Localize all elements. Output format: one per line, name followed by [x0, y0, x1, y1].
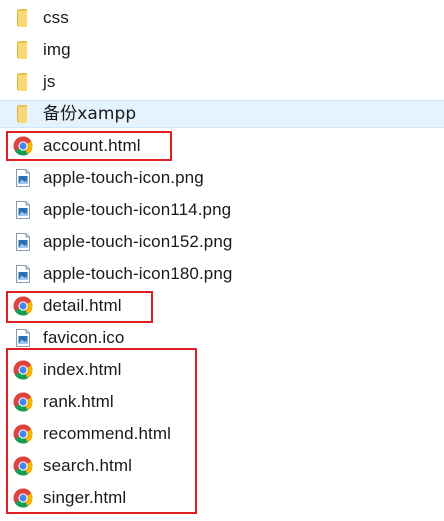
file-name: img: [43, 40, 71, 59]
chrome-icon: [12, 455, 34, 477]
file-name: rank.html: [43, 392, 114, 411]
file-name: singer.html: [43, 488, 127, 507]
file-name: apple-touch-icon114.png: [43, 200, 232, 219]
image-file-icon: [12, 231, 34, 253]
file-row-detail-html[interactable]: detail.html: [12, 292, 432, 320]
file-name: favicon.ico: [43, 328, 125, 347]
chrome-icon: [12, 135, 34, 157]
chrome-icon: [12, 487, 34, 509]
file-row-account-html[interactable]: account.html: [12, 132, 432, 160]
file-row-apple-touch-icon180-png[interactable]: apple-touch-icon180.png: [12, 260, 432, 288]
file-row-apple-touch-icon152-png[interactable]: apple-touch-icon152.png: [12, 228, 432, 256]
file-row-favicon-ico[interactable]: favicon.ico: [12, 324, 432, 352]
file-row-search-html[interactable]: search.html: [12, 452, 432, 480]
file-name: detail.html: [43, 296, 122, 315]
file-row-singer-html[interactable]: singer.html: [12, 484, 432, 512]
file-row-img[interactable]: img: [12, 36, 432, 64]
chrome-icon: [12, 295, 34, 317]
image-file-icon: [12, 327, 34, 349]
file-row-apple-touch-icon114-png[interactable]: apple-touch-icon114.png: [12, 196, 432, 224]
file-name: search.html: [43, 456, 132, 475]
file-name: apple-touch-icon.png: [43, 168, 204, 187]
image-file-icon: [12, 167, 34, 189]
image-file-icon: [12, 199, 34, 221]
file-name: index.html: [43, 360, 122, 379]
file-row-css[interactable]: css: [12, 4, 432, 32]
file-name: 备份xampp: [43, 104, 137, 124]
folder-icon: [12, 39, 34, 61]
file-row-apple-touch-icon-png[interactable]: apple-touch-icon.png: [12, 164, 432, 192]
file-row-backup-xampp[interactable]: 备份xampp: [0, 100, 444, 128]
file-row-recommend-html[interactable]: recommend.html: [12, 420, 432, 448]
file-row-js[interactable]: js: [12, 68, 432, 96]
file-name: recommend.html: [43, 424, 171, 443]
file-row-rank-html[interactable]: rank.html: [12, 388, 432, 416]
file-name: account.html: [43, 136, 141, 155]
image-file-icon: [12, 263, 34, 285]
file-name: css: [43, 8, 69, 27]
chrome-icon: [12, 423, 34, 445]
file-list: css img js 备份xampp account.html apple-to…: [0, 0, 444, 521]
folder-icon: [12, 7, 34, 29]
file-row-index-html[interactable]: index.html: [12, 356, 432, 384]
chrome-icon: [12, 391, 34, 413]
file-name: apple-touch-icon152.png: [43, 232, 233, 251]
folder-icon: [12, 71, 34, 93]
file-name: apple-touch-icon180.png: [43, 264, 233, 283]
file-name: js: [43, 72, 56, 91]
chrome-icon: [12, 359, 34, 381]
folder-icon: [12, 103, 34, 125]
